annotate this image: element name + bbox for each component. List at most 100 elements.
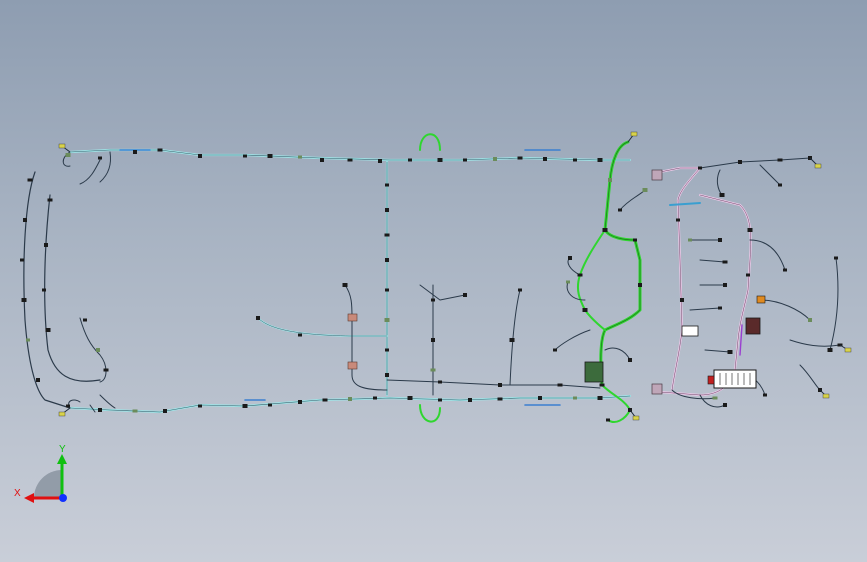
connector[interactable]	[827, 348, 833, 352]
connector[interactable]	[719, 193, 725, 197]
connector[interactable]	[577, 273, 583, 277]
connector[interactable]	[243, 154, 247, 158]
connector[interactable]	[98, 408, 102, 412]
connector[interactable]	[385, 348, 389, 352]
ip-branch-left[interactable]	[576, 229, 606, 331]
terminal-connector[interactable]	[58, 143, 66, 149]
connector[interactable]	[712, 396, 718, 400]
terminal-connector[interactable]	[632, 415, 640, 421]
connector[interactable]	[727, 350, 733, 354]
connector[interactable]	[267, 154, 273, 158]
grommet-firewall-top[interactable]	[651, 169, 663, 181]
connector[interactable]	[132, 409, 138, 413]
connector[interactable]	[438, 398, 442, 402]
connector[interactable]	[256, 316, 260, 320]
connector[interactable]	[638, 283, 642, 287]
connector[interactable]	[723, 403, 727, 407]
cad-3d-viewport[interactable]: Y X	[0, 0, 867, 562]
connector[interactable]	[408, 158, 412, 162]
connector[interactable]	[493, 157, 497, 161]
interior-branch-4[interactable]	[509, 289, 521, 386]
orange-relay[interactable]	[756, 295, 766, 304]
ip-main-trunk[interactable]	[599, 140, 642, 387]
connector[interactable]	[21, 298, 27, 302]
front-right-branches[interactable]	[749, 239, 841, 391]
door-loop-bottom[interactable]	[419, 404, 441, 423]
interior-branch-2[interactable]	[344, 284, 388, 391]
connector[interactable]	[431, 338, 435, 342]
connector[interactable]	[723, 283, 727, 287]
connector[interactable]	[763, 393, 767, 397]
connector[interactable]	[431, 298, 435, 302]
left-rear-bundle[interactable]	[23, 171, 71, 409]
connector[interactable]	[384, 233, 390, 237]
connector[interactable]	[385, 258, 389, 262]
left-rear-bundle-3[interactable]	[79, 317, 107, 383]
connector[interactable]	[573, 158, 577, 162]
terminal-connector[interactable]	[58, 411, 66, 417]
connector[interactable]	[777, 158, 783, 162]
connector[interactable]	[98, 156, 102, 160]
connector[interactable]	[573, 396, 577, 400]
left-rear-bundle-2[interactable]	[44, 194, 101, 382]
connector[interactable]	[385, 288, 389, 292]
connector[interactable]	[342, 283, 348, 287]
connector[interactable]	[568, 256, 572, 260]
connector[interactable]	[618, 208, 622, 212]
connector[interactable]	[597, 158, 603, 162]
connector[interactable]	[599, 383, 605, 387]
connector[interactable]	[242, 404, 248, 408]
front-left-rail[interactable]	[658, 166, 702, 392]
connector[interactable]	[268, 403, 272, 407]
connector[interactable]	[602, 228, 608, 232]
front-blue-wire[interactable]	[669, 202, 701, 206]
connector[interactable]	[517, 156, 523, 160]
grommet-rear-2[interactable]	[347, 361, 358, 370]
connector[interactable]	[45, 328, 51, 332]
connector[interactable]	[27, 178, 33, 182]
connector[interactable]	[747, 228, 753, 232]
connector[interactable]	[298, 155, 302, 159]
connector[interactable]	[606, 418, 610, 422]
connector[interactable]	[538, 396, 542, 400]
connector[interactable]	[373, 396, 377, 400]
connector[interactable]	[83, 318, 87, 322]
connector[interactable]	[133, 150, 137, 154]
dash-module[interactable]	[584, 361, 604, 383]
connector[interactable]	[385, 373, 389, 377]
connector[interactable]	[347, 158, 353, 162]
connector[interactable]	[407, 396, 413, 400]
connector[interactable]	[320, 158, 324, 162]
interior-branch-3[interactable]	[419, 284, 466, 396]
connector[interactable]	[746, 273, 750, 277]
connector[interactable]	[66, 404, 70, 408]
connector[interactable]	[738, 160, 742, 164]
connector[interactable]	[20, 258, 24, 262]
connector[interactable]	[718, 238, 722, 242]
front-top-branches[interactable]	[699, 157, 811, 196]
connector[interactable]	[385, 208, 389, 212]
ip-branch-lower[interactable]	[601, 384, 631, 423]
connector[interactable]	[688, 238, 692, 242]
connector[interactable]	[509, 338, 515, 342]
relay-block[interactable]	[681, 325, 699, 337]
connector[interactable]	[722, 260, 728, 264]
connector[interactable]	[553, 348, 557, 352]
cross-branch-wire[interactable]	[386, 379, 601, 389]
door-loop-top[interactable]	[419, 133, 441, 151]
connector[interactable]	[808, 318, 812, 322]
connector[interactable]	[676, 218, 680, 222]
connector[interactable]	[463, 293, 467, 297]
ecu-module[interactable]	[745, 317, 761, 335]
connector[interactable]	[322, 398, 328, 402]
connector[interactable]	[298, 333, 302, 337]
connector[interactable]	[497, 397, 503, 401]
connector[interactable]	[198, 154, 202, 158]
connector[interactable]	[698, 166, 702, 170]
grommet-group[interactable]	[347, 169, 663, 395]
wiring-harness-model[interactable]	[0, 0, 867, 562]
connector[interactable]	[582, 308, 588, 312]
connector[interactable]	[468, 398, 472, 402]
connector[interactable]	[65, 153, 71, 157]
terminal-connector[interactable]	[822, 393, 830, 399]
